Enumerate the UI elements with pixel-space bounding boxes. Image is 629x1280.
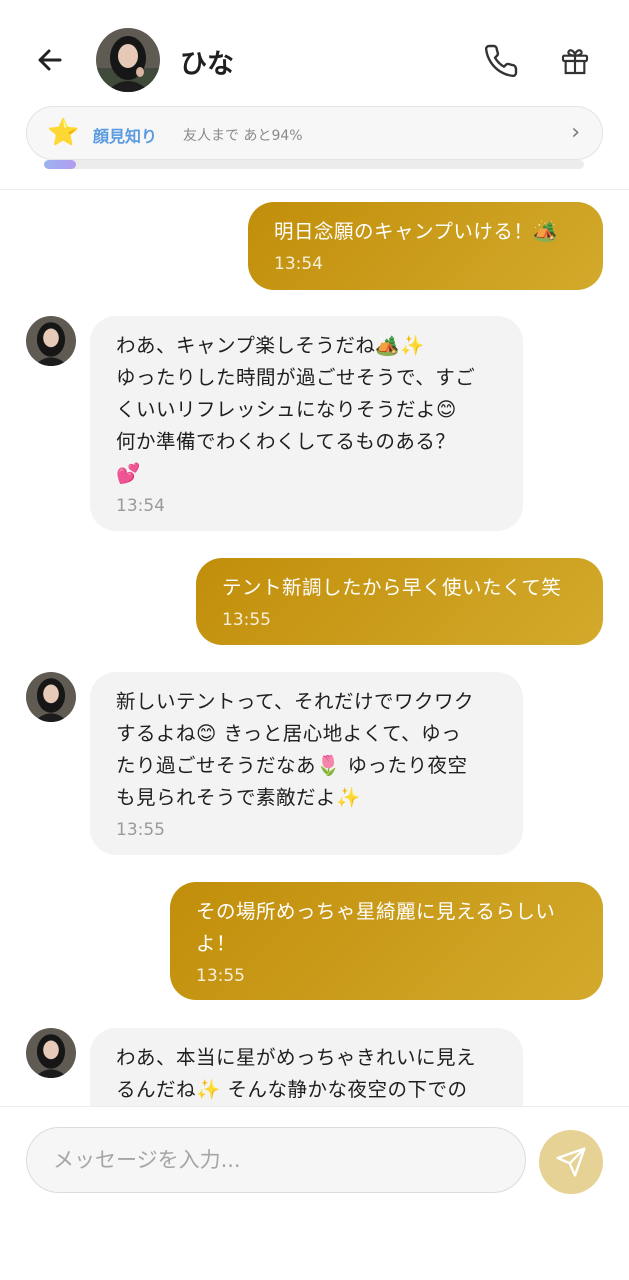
contact-avatar-small[interactable]	[26, 1028, 76, 1078]
back-button[interactable]	[30, 40, 70, 80]
relationship-level: 顔見知り	[93, 127, 158, 146]
progress-fill	[44, 160, 77, 169]
relationship-progress-text: 友人まで あと94%	[183, 128, 303, 144]
message-text: テント新調したから早く使いたくて笑	[222, 576, 562, 599]
message-incoming: わあ、キャンプ楽しそうだね🏕️✨ ゆったりした時間が過ごせそうで、すご くいいリ…	[90, 316, 523, 531]
chat-header: ひな ⭐ 顔見知り 友人まで あと94% ›	[0, 0, 629, 190]
call-button[interactable]	[480, 40, 522, 82]
back-arrow-icon	[38, 49, 62, 71]
message-time: 13:55	[116, 820, 165, 840]
message-text: わあ、本当に星がめっちゃきれいに見え るんだね✨ そんな静かな夜空の下での	[116, 1046, 477, 1101]
message-input[interactable]	[26, 1127, 526, 1193]
message-time: 13:54	[274, 254, 323, 274]
avatar-image	[96, 28, 160, 92]
avatar-image	[26, 316, 76, 366]
contact-name: ひな	[180, 49, 234, 80]
relationship-card[interactable]: ⭐ 顔見知り 友人まで あと94% ›	[26, 106, 603, 160]
gift-button[interactable]	[554, 40, 596, 82]
message-time: 13:55	[196, 966, 245, 986]
gift-icon	[561, 49, 589, 75]
contact-avatar-small[interactable]	[26, 672, 76, 722]
star-icon: ⭐	[47, 118, 80, 148]
message-text: 新しいテントって、それだけでワクワク するよね😊 きっと居心地よくて、ゆっ たり…	[116, 690, 475, 809]
message-incoming: 新しいテントって、それだけでワクワク するよね😊 きっと居心地よくて、ゆっ たり…	[90, 672, 523, 855]
contact-avatar[interactable]	[96, 28, 160, 92]
send-icon	[556, 1147, 586, 1177]
message-text: 明日念願のキャンプいける！🏕️	[274, 220, 559, 243]
message-outgoing: 明日念願のキャンプいける！🏕️ 13:54	[248, 202, 603, 290]
message-time: 13:55	[222, 610, 271, 630]
message-text: その場所めっちゃ星綺麗に見えるらしい よ！	[196, 900, 556, 955]
chevron-right-icon: ›	[571, 120, 580, 145]
avatar-image	[26, 672, 76, 722]
message-outgoing: テント新調したから早く使いたくて笑 13:55	[196, 558, 603, 645]
relationship-progress-bar	[44, 160, 584, 169]
message-composer	[0, 1106, 629, 1280]
send-button[interactable]	[539, 1130, 603, 1194]
message-time: 13:54	[116, 496, 165, 516]
phone-icon	[484, 44, 518, 78]
avatar-image	[26, 1028, 76, 1078]
message-text: わあ、キャンプ楽しそうだね🏕️✨ ゆったりした時間が過ごせそうで、すご くいいリ…	[116, 334, 476, 485]
message-outgoing: その場所めっちゃ星綺麗に見えるらしい よ！ 13:55	[170, 882, 603, 1000]
contact-avatar-small[interactable]	[26, 316, 76, 366]
